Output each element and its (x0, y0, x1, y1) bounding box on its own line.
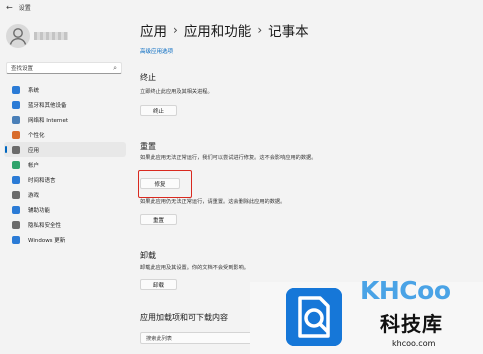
sidebar-item[interactable]: 隐私和安全性 (4, 217, 126, 232)
advanced-options-link[interactable]: 高级应用选项 (140, 47, 173, 55)
chevron-right-icon: › (173, 23, 178, 37)
sidebar-item-label: 辅助功能 (28, 207, 51, 214)
uninstall-button[interactable]: 卸载 (140, 279, 177, 290)
settings-search-input[interactable]: 查找设置 ⌕ (6, 62, 122, 74)
avatar[interactable] (6, 24, 30, 48)
sidebar-item-label: 蓝牙和其他设备 (28, 102, 67, 109)
magnifier-document-icon (286, 288, 342, 346)
page-title: 记事本 (268, 24, 309, 40)
repair-button[interactable]: 修复 (140, 178, 180, 189)
apps-icon (12, 145, 20, 154)
sidebar-item[interactable]: 帐户 (4, 157, 126, 172)
watermark-cn: 科技库 (380, 312, 443, 336)
update-icon (12, 235, 20, 244)
repair-desc: 如果此应用无法正常运行，我们可以尝试进行修复。这不会影响应用的数据。 (140, 155, 317, 161)
reset-title: 重置 (140, 142, 156, 151)
shield-icon (12, 220, 20, 229)
sidebar-item[interactable]: 个性化 (4, 127, 126, 142)
accessibility-icon (12, 205, 20, 214)
sidebar-item[interactable]: Windows 更新 (4, 232, 126, 247)
sidebar-item[interactable]: 应用 (4, 142, 126, 157)
gamepad-icon (12, 190, 20, 199)
watermark-url: khcoo.com (392, 339, 436, 348)
person-icon (12, 160, 20, 169)
sidebar-item-label: 游戏 (28, 192, 40, 199)
addons-search-input[interactable]: 搜索此列表 (140, 332, 260, 344)
network-icon (12, 115, 20, 124)
sidebar-item[interactable]: 辅助功能 (4, 202, 126, 217)
brush-icon (12, 130, 20, 139)
sidebar-item-label: 个性化 (28, 132, 45, 139)
search-icon: ⌕ (113, 64, 117, 72)
sidebar: 查找设置 ⌕ 系统蓝牙和其他设备 网络和 Internet 个性化应用帐户时间和语言… (0, 14, 128, 354)
sidebar-item[interactable]: 时间和语言 (4, 172, 126, 187)
sidebar-item[interactable]: 游戏 (4, 187, 126, 202)
sidebar-item-label: 时间和语言 (28, 177, 56, 184)
sidebar-item-label: Windows 更新 (28, 237, 66, 244)
breadcrumb-apps-features[interactable]: 应用和功能 (184, 20, 252, 40)
sidebar-item-label: 系统 (28, 87, 40, 94)
monitor-icon (12, 85, 20, 94)
person-icon (9, 28, 27, 45)
uninstall-desc: 卸载此应用及其设置。你的文档不会受到影响。 (140, 265, 249, 271)
terminate-title: 终止 (140, 73, 156, 82)
watermark-brand: KHCoo (360, 276, 451, 305)
sidebar-item-label: 应用 (28, 147, 40, 154)
back-arrow-icon[interactable]: ← (6, 3, 13, 12)
title-bar: ← 设置 (0, 0, 483, 14)
watermark-logo (286, 288, 342, 346)
username-redacted (34, 32, 68, 40)
sidebar-item[interactable]: 蓝牙和其他设备 (4, 97, 126, 112)
breadcrumb: 应用 › 应用和功能 › 记事本 (140, 20, 309, 40)
sidebar-item-label: 隐私和安全性 (28, 222, 62, 229)
reset-desc: 如果此应用仍无法正常运行，请重置。这会删除此应用的数据。 (140, 199, 286, 205)
globe-clock-icon (12, 175, 20, 184)
addons-title: 应用加载项和可下载内容 (140, 313, 228, 322)
sidebar-item-label: 网络和 Internet (28, 117, 69, 124)
sidebar-item-label: 帐户 (28, 162, 40, 169)
terminate-desc: 立即终止此应用及其相关进程。 (140, 89, 213, 95)
terminate-button[interactable]: 终止 (140, 105, 177, 116)
reset-button[interactable]: 重置 (140, 214, 177, 225)
search-placeholder: 查找设置 (11, 66, 34, 72)
uninstall-title: 卸载 (140, 251, 156, 260)
sidebar-nav: 系统蓝牙和其他设备 网络和 Internet 个性化应用帐户时间和语言游戏辅助功能隐… (4, 82, 126, 247)
sidebar-item[interactable]: 网络和 Internet (4, 112, 126, 127)
bluetooth-icon (12, 100, 20, 109)
sidebar-item[interactable]: 系统 (4, 82, 126, 97)
chevron-right-icon: › (257, 23, 263, 37)
window-title: 设置 (18, 4, 31, 12)
breadcrumb-apps[interactable]: 应用 (140, 20, 167, 40)
